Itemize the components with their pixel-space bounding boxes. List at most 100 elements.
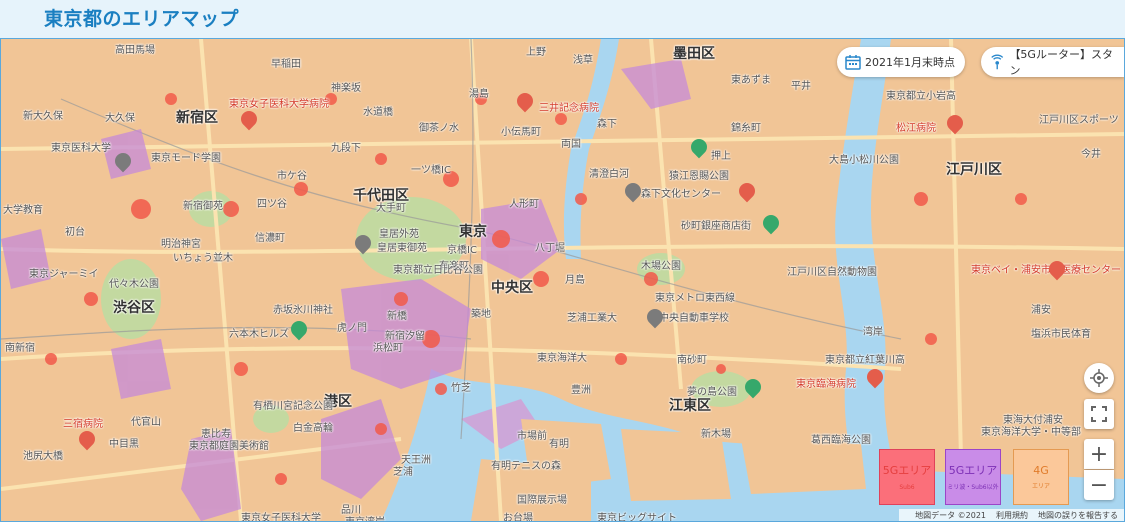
place-label: 信濃町	[255, 233, 285, 244]
place-label: 中目黒	[109, 439, 139, 450]
place-label: 新大久保	[23, 111, 63, 122]
place-label: 皇居外苑	[379, 229, 419, 240]
place-label: 東京海洋大学・中等部	[981, 427, 1081, 438]
place-label: 東あずま	[731, 75, 771, 86]
poi-label: 三井記念病院	[539, 103, 599, 114]
place-label: 塩浜市民体育	[1031, 329, 1091, 340]
place-label: 豊洲	[571, 385, 591, 396]
place-label: 押上	[711, 151, 731, 162]
place-label: 四ツ谷	[257, 199, 287, 210]
place-label: 上野	[526, 47, 546, 58]
ward-label: 江東区	[669, 398, 711, 414]
place-label: 虎ノ門	[337, 323, 367, 334]
ward-label: 江戸川区	[946, 162, 1002, 178]
place-label: 月島	[565, 275, 585, 286]
place-label: 大島小松川公園	[829, 155, 899, 166]
place-label: 東京都庭園美術館	[189, 441, 269, 452]
my-location-button[interactable]	[1084, 363, 1114, 393]
place-label: 両国	[561, 139, 581, 150]
place-label: 市場前	[517, 431, 547, 442]
place-label: 錦糸町	[731, 123, 761, 134]
place-label: 東京医科大学	[51, 143, 111, 154]
legend-5g-other: 5Gエリア ミリ波・Sub6以外	[945, 449, 1001, 505]
device-chip-label: 【5Gルーター】スタン	[1009, 48, 1113, 77]
place-label: 御茶ノ水	[419, 123, 459, 134]
place-label: 東京都立日比谷公園	[393, 265, 483, 276]
device-chip[interactable]: 【5Gルーター】スタン	[981, 47, 1124, 77]
place-label: 市ケ谷	[277, 171, 307, 182]
place-label: 赤坂氷川神社	[273, 305, 333, 316]
place-label: いちょう並木	[173, 253, 233, 264]
place-label: 小伝馬町	[501, 127, 541, 138]
ward-label: 渋谷区	[113, 300, 155, 316]
place-label: 東京モード学園	[151, 153, 221, 164]
place-label: 初台	[65, 227, 85, 238]
zoom-in-button[interactable]: +	[1084, 439, 1114, 469]
place-label: 猿江恩賜公園	[669, 171, 729, 182]
place-label: 東京ジャーミイ	[29, 269, 99, 280]
place-label: 竹芝	[451, 383, 471, 394]
place-label: 神楽坂	[331, 83, 361, 94]
place-label: 浅草	[573, 55, 593, 66]
place-label: 大久保	[105, 113, 135, 124]
poi-label: 松江病院	[896, 123, 936, 134]
legend-title: 5Gエリア	[882, 464, 932, 477]
report-error-link[interactable]: 地図の誤りを報告する	[1038, 510, 1118, 521]
place-label: 芝浦	[393, 467, 413, 478]
place-label: 木場公園	[641, 261, 681, 272]
place-label: 大手町	[376, 203, 406, 214]
place-label: 有明テニスの森	[491, 461, 561, 472]
copyright-text: 地図データ ©2021	[915, 510, 986, 520]
place-label: 六本木ヒルズ	[229, 329, 289, 340]
page-header: 東京都のエリアマップ	[0, 0, 1125, 38]
legend-5g-sub6: 5Gエリア Sub6	[879, 449, 935, 505]
ward-label: 新宿区	[176, 110, 218, 126]
place-label: 湾岸	[863, 327, 883, 338]
poi-label: 東京臨海病院	[796, 379, 856, 390]
poi-label: 三宿病院	[63, 419, 103, 430]
place-label: 芝浦工業大	[567, 313, 617, 324]
place-label: 浜松町	[373, 343, 403, 354]
poi-label: 東京ベイ・浦安市川医療センター	[971, 265, 1121, 276]
place-label: 有栖川宮記念公園	[253, 401, 333, 412]
poi-label: 東京女子医科大学病院	[229, 99, 329, 110]
place-label: 皇居東御苑	[377, 243, 427, 254]
place-label: 東京都立小岩高	[886, 91, 956, 102]
place-label: 清澄白河	[589, 169, 629, 180]
legend-4g: 4G エリア	[1013, 449, 1069, 505]
place-label: 八丁堀	[535, 243, 565, 254]
place-label: 夢の島公園	[687, 387, 737, 398]
router-signal-icon	[991, 54, 1004, 70]
place-label: 築地	[471, 309, 491, 320]
legend-subtitle: エリア	[1031, 482, 1050, 490]
place-label: 一ツ橋IC	[411, 165, 451, 176]
zoom-out-button[interactable]: −	[1084, 470, 1114, 500]
date-chip[interactable]: 2021年1月末時点	[837, 47, 965, 77]
place-label: 早稲田	[271, 59, 301, 70]
place-label: 国際展示場	[517, 495, 567, 506]
fullscreen-button[interactable]	[1084, 399, 1114, 429]
place-label: 湯島	[469, 89, 489, 100]
place-label: 人形町	[509, 199, 539, 210]
place-label: 新木場	[701, 429, 731, 440]
place-label: 南砂町	[677, 355, 707, 366]
place-label: 汐留	[405, 331, 425, 342]
place-label: 東京ビッグサイト	[597, 513, 677, 522]
ward-label: 中央区	[491, 280, 533, 296]
terms-link[interactable]: 利用規約	[996, 510, 1028, 521]
place-label: 大学教育	[3, 205, 43, 216]
place-label: 代官山	[131, 417, 161, 428]
place-label: 水道橋	[363, 107, 393, 118]
station-label: 東京	[459, 224, 487, 240]
map-attribution: 地図データ ©2021 利用規約 地図の誤りを報告する	[899, 509, 1124, 521]
place-label: 高田馬場	[115, 45, 155, 56]
place-label: 砂町銀座商店街	[681, 221, 751, 232]
place-label: 九段下	[331, 143, 361, 154]
legend-subtitle: Sub6	[899, 484, 915, 491]
place-label: 東京メトロ東西線	[655, 293, 735, 304]
place-label: 東京湾岸	[345, 513, 385, 521]
legend-title: 5Gエリア	[948, 464, 998, 477]
place-label: 代々木公園	[109, 279, 159, 290]
area-map[interactable]: 新宿区 千代田区 墨田区 江戸川区 渋谷区 中央区 港区 江東区 高田馬場 早稲…	[0, 38, 1125, 522]
place-label: 森下	[597, 119, 617, 130]
